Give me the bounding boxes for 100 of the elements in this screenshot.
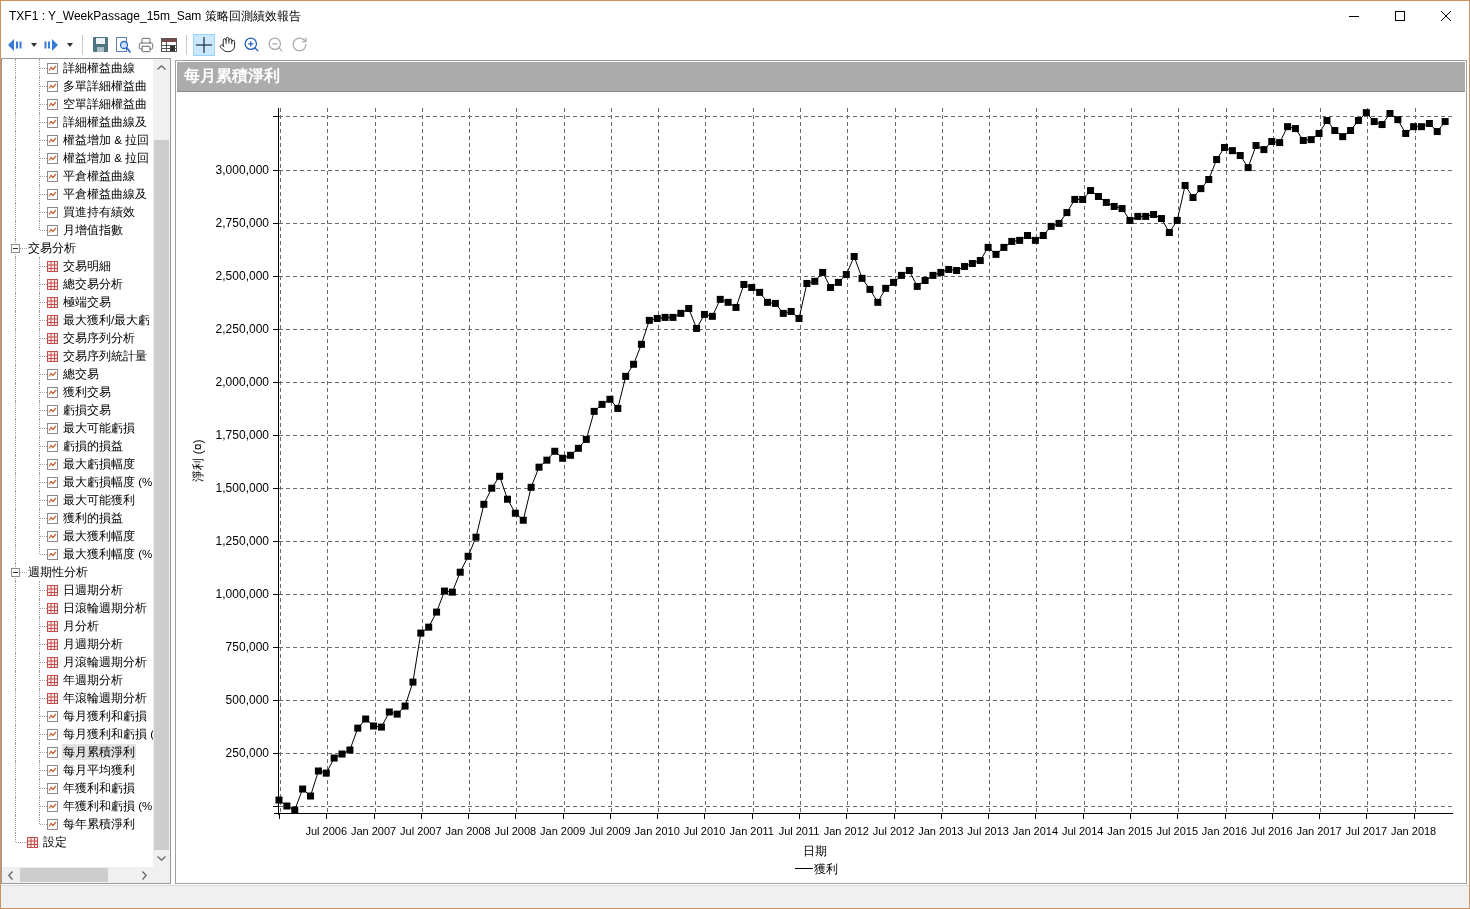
x-tick-label: Jul 2008 [494, 825, 537, 837]
data-point [1441, 118, 1449, 126]
tree-item[interactable]: 月增值指數 [62, 222, 124, 238]
tree-item[interactable]: 權益增加 & 拉回 [62, 132, 151, 148]
close-icon [1441, 11, 1451, 21]
tree-item[interactable]: 交易序列分析 [62, 330, 136, 346]
tree-item[interactable]: 極端交易 [62, 294, 112, 310]
data-point [456, 568, 464, 576]
grid-icon [47, 692, 58, 704]
tree-item[interactable]: 年獲利和虧損 (% [62, 798, 153, 814]
scrollbar-thumb[interactable] [20, 868, 108, 882]
tree-item[interactable]: 年獲利和虧損 [62, 780, 136, 796]
tree-item[interactable]: 虧損的損益 [62, 438, 124, 454]
tree-item[interactable]: 日滾輪週期分析 [62, 600, 148, 616]
tree-item[interactable]: 總交易 [62, 366, 100, 382]
collapse-icon[interactable] [11, 243, 20, 253]
x-tick-label: Jul 2006 [305, 825, 348, 837]
tree-item[interactable]: 每月平均獲利 [62, 762, 136, 778]
tree-item[interactable]: 權益增加 & 拉回 [62, 150, 151, 166]
data-point [1165, 229, 1173, 237]
grid-icon [47, 296, 58, 308]
tree-item[interactable]: 每月累積淨利 [62, 744, 136, 760]
chevron-left-icon[interactable] [8, 870, 13, 880]
chart-title: 每月累積淨利 [177, 62, 1465, 92]
tree-item[interactable]: 空單詳細權益曲 [62, 96, 148, 112]
maximize-icon [1395, 11, 1405, 21]
tree-item[interactable]: 月分析 [62, 618, 100, 634]
line-chart-icon [47, 746, 58, 758]
line-chart-icon [47, 710, 58, 722]
tree-item[interactable]: 最大可能虧損 [62, 420, 136, 436]
tree-item[interactable]: 最大獲利/最大虧 [62, 312, 152, 328]
line-chart-icon [47, 548, 58, 560]
x-tick-label: Jul 2012 [872, 825, 915, 837]
tree-item[interactable]: 平倉權益曲線及 [62, 186, 148, 202]
line-chart-icon [47, 368, 58, 380]
x-tick-label: Jul 2007 [400, 825, 442, 837]
tree-item[interactable]: 日週期分析 [62, 582, 124, 598]
line-chart-icon [47, 818, 58, 830]
tree-item[interactable]: 月週期分析 [62, 636, 124, 652]
chevron-up-icon[interactable] [157, 65, 166, 70]
x-axis-title: 日期 [803, 844, 827, 858]
tree-item[interactable]: 每月獲利和虧損 [62, 708, 148, 724]
tree-item[interactable]: 設定 [42, 834, 68, 850]
x-tick-label: Jan 2014 [1012, 825, 1059, 837]
tree-item[interactable]: 最大可能獲利 [62, 492, 136, 508]
line-chart-icon [47, 440, 58, 452]
line-chart-icon [47, 530, 58, 542]
tree-item[interactable]: 最大獲利幅度 [62, 528, 136, 544]
y-tick-label: 500,000 [225, 692, 269, 707]
tree-item[interactable]: 每年累積淨利 [62, 816, 136, 832]
x-tick-label: Jan 2007 [350, 825, 397, 837]
grid-icon [47, 656, 58, 668]
x-tick-label: Jul 2016 [1251, 825, 1293, 837]
tree-item[interactable]: 最大虧損幅度 [62, 456, 136, 472]
tree-item[interactable]: 交易序列統計量 [62, 348, 148, 364]
tree-item[interactable]: 年滾輪週期分析 [62, 690, 148, 706]
x-tick-label: Jan 2013 [918, 825, 964, 837]
scrollbar-thumb[interactable] [154, 140, 169, 850]
line-chart-icon [47, 494, 58, 506]
tree-item[interactable]: 獲利的損益 [62, 510, 124, 526]
tree-item[interactable]: 最大虧損幅度 (% [62, 474, 153, 490]
tree-item[interactable]: 獲利交易 [62, 384, 112, 400]
line-chart-icon [47, 80, 58, 92]
x-tick-label: Jul 2015 [1156, 825, 1199, 837]
line-chart-icon [47, 800, 58, 812]
tree-item[interactable]: 詳細權益曲線及 [62, 114, 148, 130]
data-point [637, 340, 645, 348]
tree-item[interactable]: 總交易分析 [62, 276, 124, 292]
tree-item[interactable]: 詳細權益曲線 [62, 60, 136, 76]
tree-item[interactable]: 虧損交易 [62, 402, 112, 418]
x-tick-label: Jan 2011 [729, 825, 774, 837]
tree-item[interactable]: 買進持有績效 [62, 204, 136, 220]
tree-item[interactable]: 年週期分析 [62, 672, 124, 688]
line-chart-icon [47, 188, 58, 200]
grid-icon [47, 314, 58, 326]
tree-item[interactable]: 月滾輪週期分析 [62, 654, 148, 670]
data-point [630, 360, 638, 368]
tree-item[interactable]: 多單詳細權益曲 [62, 78, 148, 94]
tree-group-label[interactable]: 週期性分析 [27, 564, 89, 580]
line-chart-icon [47, 152, 58, 164]
data-point [472, 533, 480, 541]
x-tick-label: Jul 2013 [967, 825, 1009, 837]
grid-icon [47, 638, 58, 650]
collapse-icon[interactable] [11, 567, 20, 577]
tree-item[interactable]: 平倉權益曲線 [62, 168, 136, 184]
chevron-down-icon[interactable] [157, 856, 166, 861]
data-point [622, 372, 630, 380]
line-chart-icon [47, 404, 58, 416]
chevron-right-icon[interactable] [142, 870, 147, 880]
tree-item[interactable]: 最大獲利幅度 (% [62, 546, 153, 562]
data-point [1205, 176, 1213, 183]
x-tick-label: Jul 2014 [1061, 825, 1104, 837]
minimize-icon [1349, 15, 1359, 17]
legend-label: 獲利 [814, 862, 838, 876]
y-tick-label: 3,000,000 [215, 162, 269, 177]
line-chart-icon [47, 764, 58, 776]
x-tick-label: Jan 2010 [634, 825, 680, 837]
tree-item[interactable]: 交易明細 [62, 258, 112, 274]
y-tick-label: 1,500,000 [215, 480, 269, 495]
tree-group-label[interactable]: 交易分析 [27, 240, 77, 256]
